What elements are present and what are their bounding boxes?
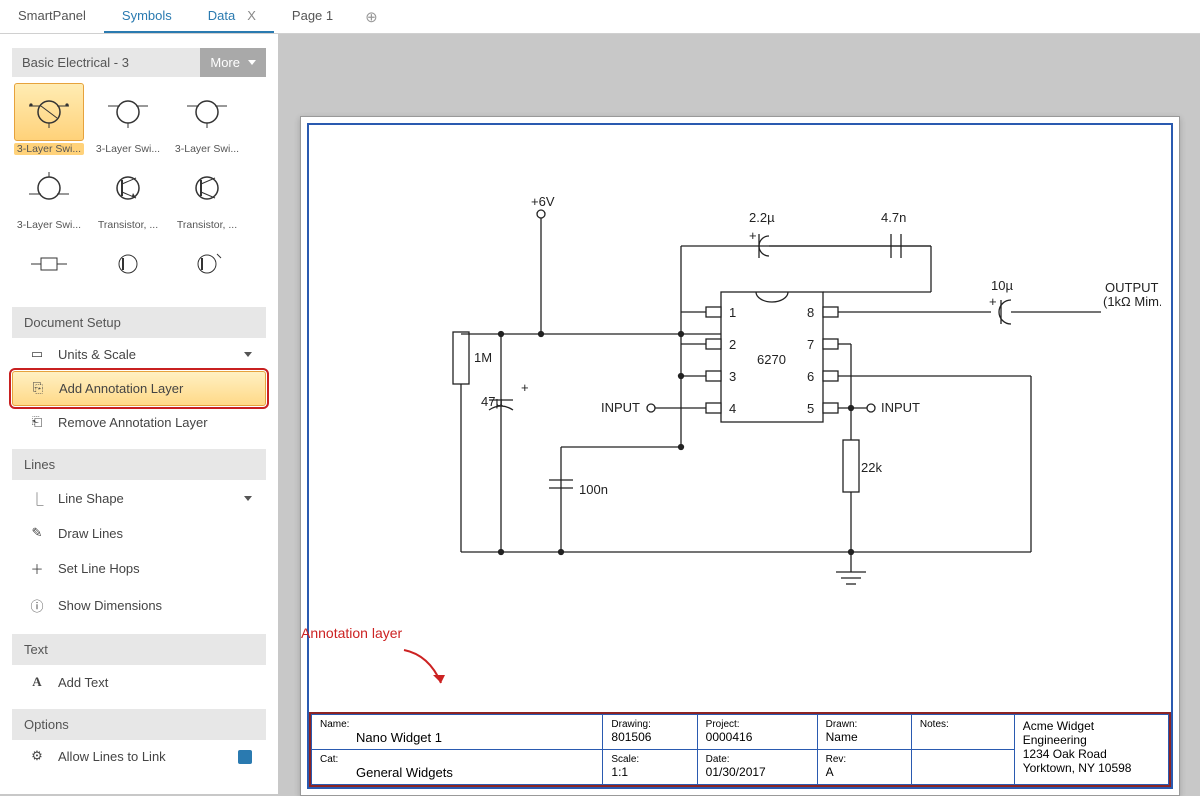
- svg-text:5: 5: [807, 401, 814, 416]
- units-scale-row[interactable]: ▭Units & Scale: [12, 338, 266, 371]
- shape-item[interactable]: [14, 235, 89, 293]
- line-hops-row[interactable]: ＋Set Line Hops: [12, 550, 266, 587]
- drawing-page[interactable]: +6V 2.2µ + 4.7n 10µ + OUTPUT (1kΩ Mim.) …: [300, 116, 1180, 796]
- info-icon: ⓘ: [26, 596, 48, 615]
- add-layer-icon: ⎘: [27, 381, 49, 396]
- svg-text:2.2µ: 2.2µ: [749, 210, 775, 225]
- svg-text:47µ: 47µ: [481, 394, 503, 409]
- tab-page1[interactable]: Page 1: [274, 0, 351, 33]
- svg-text:+: +: [521, 380, 529, 395]
- svg-text:2: 2: [729, 337, 736, 352]
- svg-text:1: 1: [729, 305, 736, 320]
- svg-text:8: 8: [807, 305, 814, 320]
- chevron-down-icon: [244, 496, 252, 501]
- shape-grid: 3-Layer Swi... 3-Layer Swi... 3-Layer Sw…: [14, 83, 278, 293]
- tab-bar: SmartPanel Symbols DataX Page 1 ⊕: [0, 0, 1200, 34]
- svg-text:100n: 100n: [579, 482, 608, 497]
- shape-item[interactable]: 3-Layer Swi...: [93, 83, 168, 155]
- svg-text:4: 4: [729, 401, 736, 416]
- svg-text:OUTPUT: OUTPUT: [1105, 280, 1159, 295]
- svg-text:4.7n: 4.7n: [881, 210, 906, 225]
- svg-text:+: +: [989, 294, 997, 309]
- svg-text:6270: 6270: [757, 352, 786, 367]
- svg-text:+6V: +6V: [531, 194, 555, 209]
- show-dimensions-row[interactable]: ⓘShow Dimensions: [12, 587, 266, 624]
- close-icon[interactable]: X: [247, 8, 256, 23]
- sidebar: Basic Electrical - 3 More 3-Layer Swi...…: [0, 34, 278, 794]
- checkbox-checked[interactable]: [238, 750, 252, 764]
- gear-icon: ⚙: [26, 749, 48, 764]
- title-block[interactable]: Name:Nano Widget 1 Drawing:801506 Projec…: [309, 712, 1171, 787]
- tab-symbols[interactable]: Symbols: [104, 0, 190, 33]
- annotation-callout-label: Annotation layer: [301, 625, 402, 641]
- section-document-setup: Document Setup: [12, 307, 266, 338]
- shape-item[interactable]: Transistor, ...: [172, 159, 247, 231]
- annotation-arrow-icon: [399, 645, 459, 695]
- svg-text:1M: 1M: [474, 350, 492, 365]
- text-icon: A: [26, 674, 48, 690]
- section-options: Options: [12, 709, 266, 740]
- line-shape-row[interactable]: ⎿Line Shape: [12, 480, 266, 517]
- section-lines: Lines: [12, 449, 266, 480]
- add-text-row[interactable]: AAdd Text: [12, 665, 266, 699]
- shape-item[interactable]: [93, 235, 168, 293]
- svg-text:INPUT: INPUT: [601, 400, 640, 415]
- draw-lines-row[interactable]: ✎Draw Lines: [12, 517, 266, 550]
- svg-text:(1kΩ Mim.): (1kΩ Mim.): [1103, 294, 1161, 309]
- svg-text:3: 3: [729, 369, 736, 384]
- allow-lines-link-row[interactable]: ⚙Allow Lines to Link: [12, 740, 266, 773]
- svg-text:10µ: 10µ: [991, 278, 1013, 293]
- line-shape-icon: ⎿: [26, 489, 48, 508]
- plus-icon: ＋: [26, 559, 48, 578]
- section-text: Text: [12, 634, 266, 665]
- svg-text:INPUT: INPUT: [881, 400, 920, 415]
- remove-annotation-layer-row[interactable]: ⎗Remove Annotation Layer: [12, 406, 266, 439]
- pencil-icon: ✎: [26, 526, 48, 541]
- shape-item[interactable]: 3-Layer Swi...: [14, 159, 89, 231]
- svg-text:6: 6: [807, 369, 814, 384]
- library-dropdown[interactable]: Basic Electrical - 3: [12, 48, 200, 77]
- schematic-diagram: +6V 2.2µ + 4.7n 10µ + OUTPUT (1kΩ Mim.) …: [361, 192, 1161, 632]
- chevron-down-icon: [244, 352, 252, 357]
- tab-smartpanel[interactable]: SmartPanel: [0, 0, 104, 33]
- add-tab-button[interactable]: ⊕: [351, 0, 392, 33]
- library-more-button[interactable]: More: [200, 48, 266, 77]
- svg-text:7: 7: [807, 337, 814, 352]
- remove-layer-icon: ⎗: [26, 415, 48, 430]
- shape-item[interactable]: [172, 235, 247, 293]
- shape-item[interactable]: Transistor, ...: [93, 159, 168, 231]
- canvas-area: +6V 2.2µ + 4.7n 10µ + OUTPUT (1kΩ Mim.) …: [278, 34, 1200, 794]
- svg-text:+: +: [749, 228, 757, 243]
- ruler-icon: ▭: [26, 347, 48, 362]
- svg-text:22k: 22k: [861, 460, 882, 475]
- tab-data[interactable]: DataX: [190, 0, 274, 33]
- shape-item[interactable]: 3-Layer Swi...: [172, 83, 247, 155]
- shape-item[interactable]: 3-Layer Swi...: [14, 83, 89, 155]
- add-annotation-layer-row[interactable]: ⎘Add Annotation Layer: [12, 371, 266, 406]
